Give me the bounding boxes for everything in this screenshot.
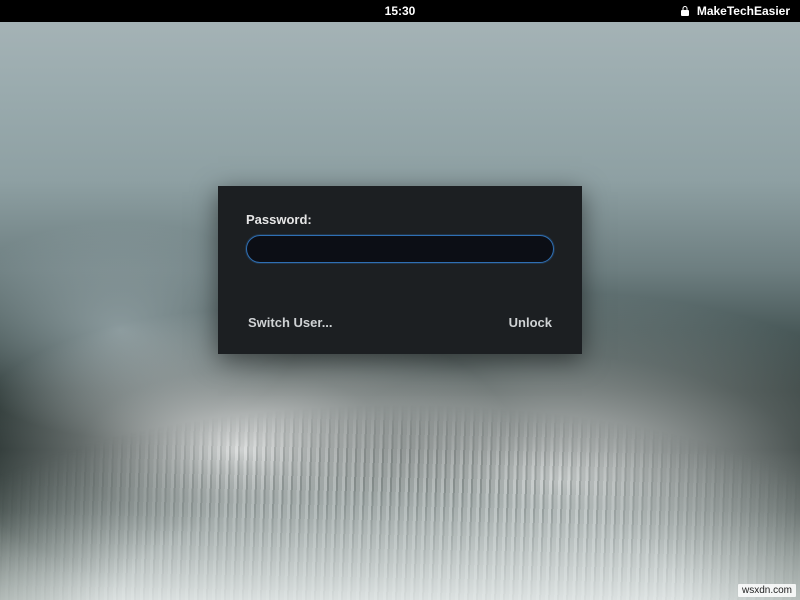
lock-icon	[679, 5, 691, 17]
password-label: Password:	[246, 212, 554, 227]
unlock-button[interactable]: Unlock	[507, 311, 554, 334]
username-label: MakeTechEasier	[697, 4, 790, 18]
switch-user-button[interactable]: Switch User...	[246, 311, 335, 334]
user-menu[interactable]: MakeTechEasier	[679, 4, 790, 18]
watermark: wsxdn.com	[738, 584, 796, 597]
top-bar: 15:30 MakeTechEasier	[0, 0, 800, 22]
dialog-actions: Switch User... Unlock	[246, 311, 554, 334]
password-input[interactable]	[246, 235, 554, 263]
clock-time: 15:30	[385, 4, 416, 18]
unlock-dialog: Password: Switch User... Unlock	[218, 186, 582, 354]
